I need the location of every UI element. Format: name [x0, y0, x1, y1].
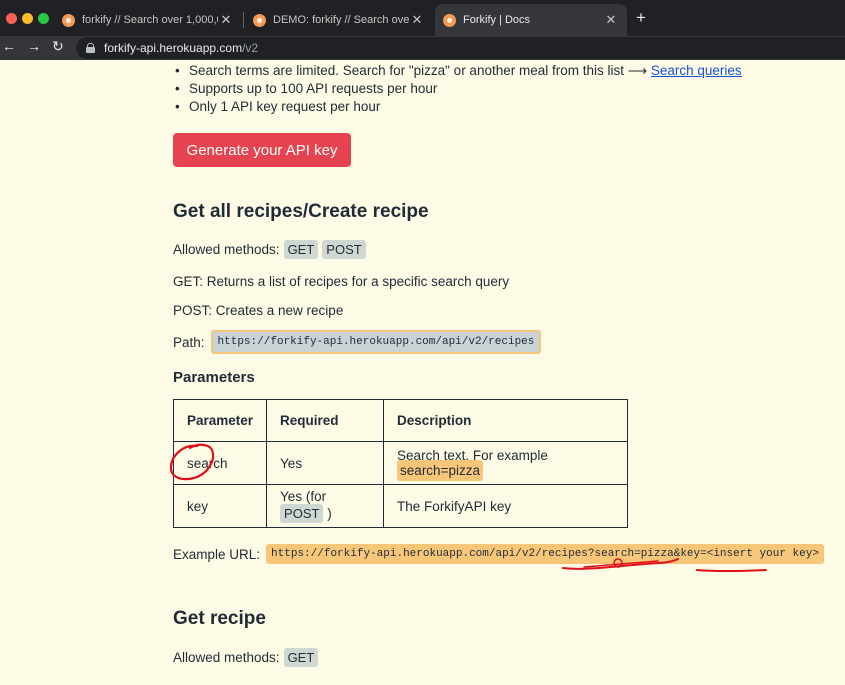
path-code: https://forkify-api.herokuapp.com/api/v2… — [210, 330, 542, 354]
browser-tab[interactable]: DEMO: forkify // Search over 1,000,000 r… — [245, 4, 433, 36]
column-header: Description — [383, 399, 628, 442]
post-description: POST: Creates a new recipe — [173, 303, 344, 318]
column-header: Parameter — [172, 399, 268, 442]
browser-tab-bar: forkify // Search over 1,000,000 recipes… — [0, 0, 845, 36]
method-badge-post: POST — [322, 240, 366, 259]
list-item: Only 1 API key request per hour — [173, 98, 742, 116]
path-label: Path: — [173, 334, 205, 350]
address-bar[interactable]: forkify-api.herokuapp.com/v2 — [76, 37, 845, 59]
new-tab-icon[interactable]: + — [636, 8, 646, 28]
tab-divider — [243, 12, 244, 28]
column-header: Required — [266, 399, 385, 442]
annotation-underline — [696, 569, 767, 573]
docs-page: Search terms are limited. Search for "pi… — [0, 60, 845, 685]
tab-favicon-icon — [62, 13, 75, 27]
get-description: GET: Returns a list of recipes for a spe… — [173, 274, 510, 289]
annotation-layer — [169, 443, 767, 573]
search-queries-link[interactable]: Search queries — [651, 63, 742, 78]
tab-title: DEMO: forkify // Search over 1,000,000 r… — [273, 14, 409, 26]
tab-title: Forkify | Docs — [463, 14, 531, 26]
back-arrow-icon[interactable]: ← — [2, 38, 16, 54]
allowed-methods-label: Allowed methods: — [173, 242, 280, 257]
method-badge-get: GET — [283, 240, 319, 259]
url-path: /v2 — [242, 41, 259, 55]
example-url-label: Example URL: — [173, 546, 261, 562]
browser-toolbar: ← → ↻ forkify-api.herokuapp.com/v2 — [0, 36, 845, 60]
param-description: The ForkifyAPI key — [383, 484, 628, 528]
path-line: Path: https://forkify-api.herokuapp.com/… — [173, 330, 542, 354]
parameters-table: Parameter Required Description search Ye… — [172, 399, 628, 528]
required-suffix: ) — [323, 506, 332, 521]
reload-icon[interactable]: ↻ — [52, 38, 64, 55]
window-maximize-button[interactable] — [38, 13, 49, 24]
tab-favicon-icon — [253, 13, 266, 27]
param-required: Yes (for POST ) — [266, 484, 385, 528]
table-header-row: Parameter Required Description — [172, 399, 628, 442]
url-host: forkify-api.herokuapp.com — [104, 41, 243, 55]
tab-title: forkify // Search over 1,000,000 recipes — [82, 14, 218, 26]
allowed-methods-label: Allowed methods: — [173, 650, 280, 665]
param-name: key — [172, 484, 268, 528]
list-item: Search terms are limited. Search for "pi… — [173, 62, 742, 80]
allowed-methods: Allowed methods: GET — [173, 648, 319, 667]
close-icon[interactable]: ✕ — [218, 12, 234, 28]
list-item: Supports up to 100 API requests per hour — [173, 80, 742, 98]
section-heading: Get all recipes/Create recipe — [173, 201, 429, 222]
table-row: search Yes Search text. For example sear… — [172, 441, 628, 485]
close-icon[interactable]: ✕ — [409, 12, 425, 28]
method-badge-post: POST — [280, 504, 324, 523]
required-text: Yes (for — [280, 489, 327, 504]
bullet-text: Search terms are limited. Search for "pi… — [189, 63, 651, 78]
close-icon[interactable]: ✕ — [603, 12, 619, 28]
table-row: key Yes (for POST ) The ForkifyAPI key — [172, 484, 628, 528]
tab-favicon-icon — [443, 13, 456, 27]
browser-tab[interactable]: forkify // Search over 1,000,000 recipes… — [54, 4, 242, 36]
method-badge-get: GET — [283, 648, 319, 667]
param-name: search — [172, 441, 268, 485]
param-required: Yes — [266, 441, 385, 485]
window-close-button[interactable] — [6, 13, 17, 24]
intro-list: Search terms are limited. Search for "pi… — [173, 62, 742, 116]
example-url-line: Example URL: https://forkify-api.herokua… — [173, 544, 824, 564]
example-url-code: https://forkify-api.herokuapp.com/api/v2… — [266, 544, 824, 564]
generate-api-key-button[interactable]: Generate your API key — [173, 133, 351, 167]
browser-tab-active[interactable]: Forkify | Docs ✕ — [435, 4, 627, 36]
section-heading: Get recipe — [173, 608, 266, 629]
window-minimize-button[interactable] — [22, 13, 33, 24]
forward-arrow-icon[interactable]: → — [27, 38, 41, 54]
param-description: Search text. For example search=pizza — [383, 441, 628, 485]
lock-icon — [86, 43, 95, 53]
example-code: search=pizza — [397, 460, 483, 481]
parameters-heading: Parameters — [173, 369, 255, 386]
allowed-methods: Allowed methods: GET POST — [173, 240, 366, 259]
